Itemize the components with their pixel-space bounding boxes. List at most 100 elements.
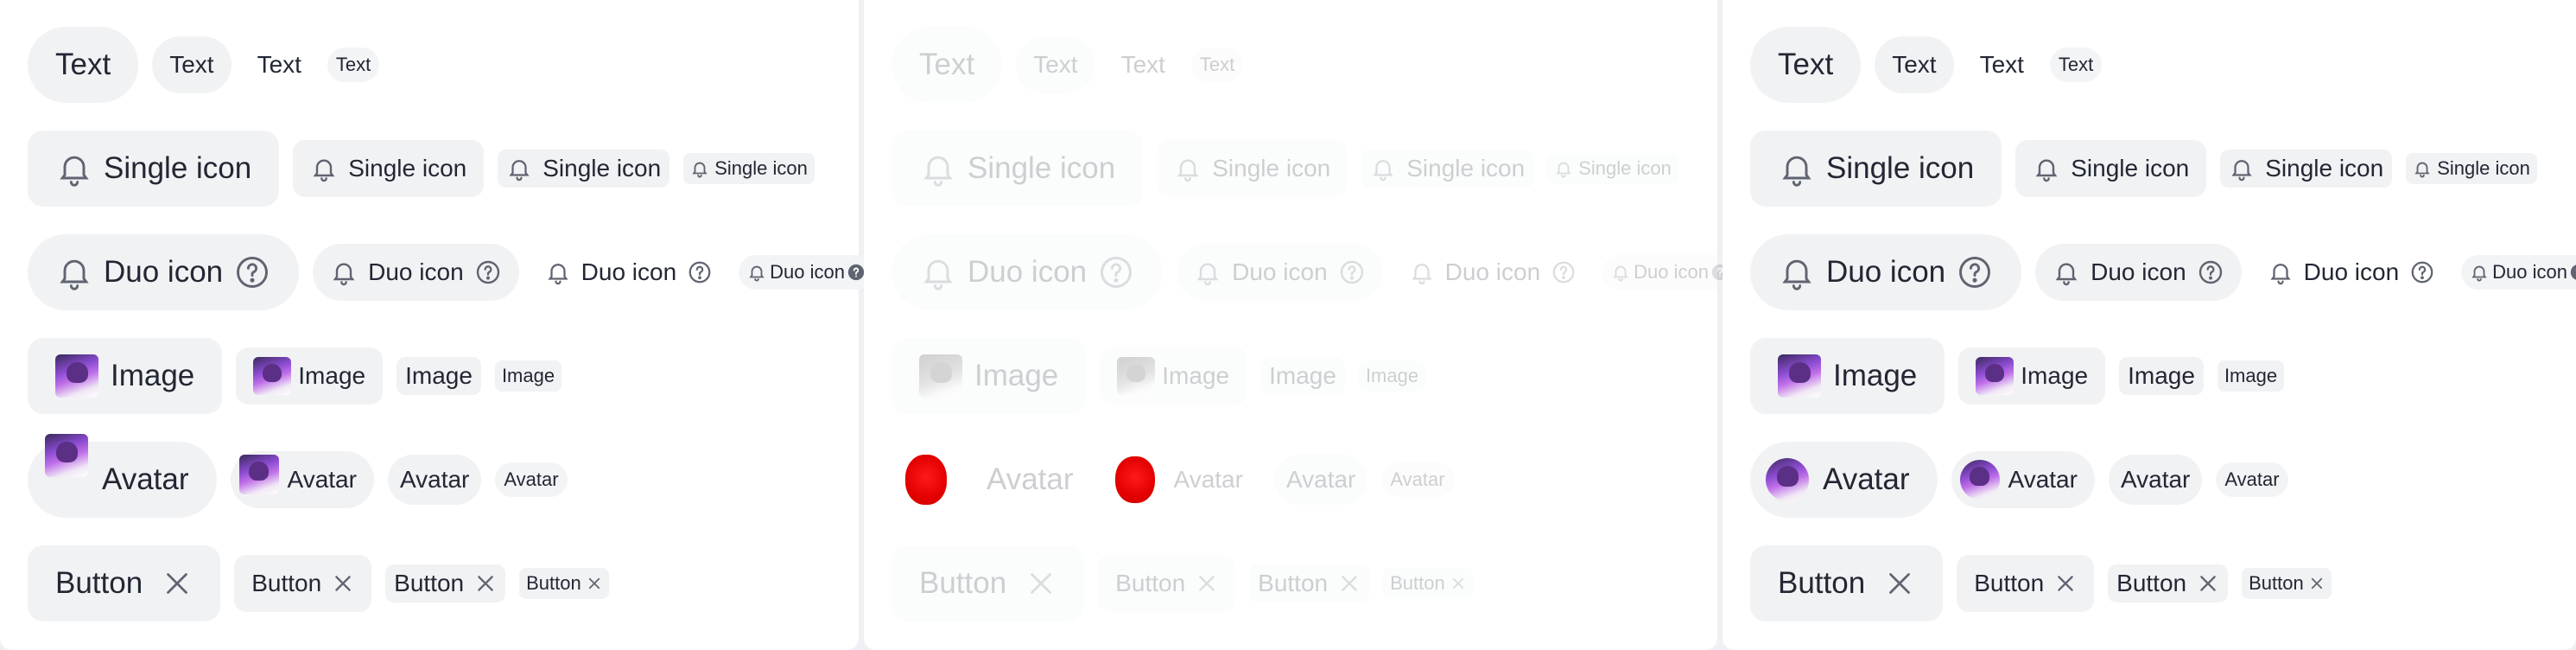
avatar-tag-md[interactable]: Avatar xyxy=(387,455,482,505)
button-tag-sm[interactable]: Button xyxy=(2242,568,2332,599)
bell-icon xyxy=(2268,259,2294,285)
bell-icon xyxy=(1370,156,1396,182)
image-thumbnail xyxy=(1976,357,2014,395)
button-tag-sm[interactable]: Button xyxy=(519,568,609,599)
bell-icon xyxy=(1554,159,1573,178)
bell-icon xyxy=(2033,155,2060,182)
duo-icon-tag-row: Duo icon Duo icon Duo icon Duo icon xyxy=(28,233,875,311)
duo-icon-tag-md[interactable]: Duo icon xyxy=(2255,247,2448,297)
image-tag-label: Image xyxy=(111,359,195,392)
image-tag-lg[interactable]: Image xyxy=(1958,347,2106,405)
help-circle-icon xyxy=(1097,253,1135,291)
text-tag-sm[interactable]: Text xyxy=(327,48,380,82)
avatar-tag-label: Avatar xyxy=(102,462,189,496)
button-tag-xl[interactable]: Button xyxy=(28,545,221,621)
button-tag-md[interactable]: Button xyxy=(385,564,506,602)
text-tag-lg[interactable]: Text xyxy=(1875,36,1954,93)
button-tag-xl[interactable]: Button xyxy=(1750,545,1944,621)
image-tag-xl[interactable]: Image xyxy=(1750,338,1945,414)
button-tag-md[interactable]: Button xyxy=(2108,564,2229,602)
duo-icon-tag-xl[interactable]: Duo icon xyxy=(1750,234,2022,310)
image-tag-lg[interactable]: Image xyxy=(236,347,384,405)
duo-icon-tag-md: Duo icon xyxy=(1396,247,1589,297)
text-tag-sm[interactable]: Text xyxy=(2049,48,2103,82)
close-icon[interactable] xyxy=(2197,572,2219,595)
single-icon-tag-lg[interactable]: Single icon xyxy=(2015,140,2207,197)
help-circle-icon xyxy=(233,253,271,291)
help-circle-icon xyxy=(687,259,713,285)
bell-icon xyxy=(690,159,709,178)
help-circle-icon xyxy=(2409,259,2435,285)
single-icon-tag-sm[interactable]: Single icon xyxy=(683,153,815,184)
button-tag-lg[interactable]: Button xyxy=(1957,555,2095,612)
button-tag-row: Button Button Button Button xyxy=(1750,545,2576,622)
image-thumbnail xyxy=(55,354,98,398)
button-tag-md: Button xyxy=(1249,564,1370,602)
duo-icon-tag-sm: Duo icon xyxy=(1602,255,1739,290)
image-thumbnail xyxy=(919,354,962,398)
button-tag-label: Button xyxy=(1974,570,2045,596)
duo-icon-tag-label: Duo icon xyxy=(1444,258,1541,285)
text-tag-lg[interactable]: Text xyxy=(152,36,232,93)
single-icon-tag-lg[interactable]: Single icon xyxy=(293,140,485,197)
bell-icon xyxy=(1778,253,1816,291)
bell-icon xyxy=(545,259,571,285)
close-icon[interactable] xyxy=(2054,572,2077,595)
text-tag-xl[interactable]: Text xyxy=(28,27,139,103)
duo-icon-tag-xl[interactable]: Duo icon xyxy=(28,234,300,310)
close-icon[interactable] xyxy=(474,572,497,595)
duo-icon-tag-lg[interactable]: Duo icon xyxy=(2035,244,2242,301)
image-tag-xl[interactable]: Image xyxy=(28,338,223,414)
duo-icon-tag-md[interactable]: Duo icon xyxy=(532,247,726,297)
button-tag-xl: Button xyxy=(891,545,1085,621)
avatar-tag-md[interactable]: Avatar xyxy=(2108,455,2203,505)
avatar-tag-lg[interactable]: Avatar xyxy=(1951,451,2095,508)
avatar-tag-label: Avatar xyxy=(2120,466,2191,493)
single-icon-tag-md[interactable]: Single icon xyxy=(2220,150,2393,188)
avatar-tag-label: Avatar xyxy=(987,462,1074,496)
avatar-tag-xl[interactable]: Avatar xyxy=(28,434,217,518)
duo-icon-tag-sm[interactable]: Duo icon xyxy=(2461,255,2576,290)
duo-icon-tag-label: Duo icon xyxy=(770,261,846,283)
duo-icon-tag-sm[interactable]: Duo icon xyxy=(739,255,875,290)
close-icon[interactable] xyxy=(2309,576,2325,591)
avatar-image xyxy=(1959,460,2000,500)
close-icon xyxy=(1196,572,1218,595)
avatar-tag-sm[interactable]: Avatar xyxy=(2216,462,2288,497)
image-tag-sm[interactable]: Image xyxy=(2217,360,2285,392)
text-tag-md[interactable]: Text xyxy=(1967,40,2036,90)
duo-icon-tag-lg[interactable]: Duo icon xyxy=(313,244,519,301)
image-thumbnail xyxy=(1117,357,1156,395)
avatar-tag-sm[interactable]: Avatar xyxy=(495,462,568,497)
single-icon-tag-xl[interactable]: Single icon xyxy=(28,131,280,207)
single-icon-tag-label: Single icon xyxy=(2265,155,2384,182)
close-icon xyxy=(1338,572,1361,595)
duo-icon-tag-label: Duo icon xyxy=(581,258,677,285)
avatar-tag-xl[interactable]: Avatar xyxy=(1750,442,1938,518)
image-tag-md[interactable]: Image xyxy=(2119,357,2204,395)
tag-panel-default: Text Text Text Text Single icon Single i… xyxy=(0,0,875,650)
single-icon-tag-label: Single icon xyxy=(968,151,1116,185)
text-tag-xl[interactable]: Text xyxy=(1750,27,1862,103)
text-tag-row: Text Text Text Text xyxy=(1750,26,2576,104)
help-circle-icon xyxy=(1551,259,1577,285)
image-tag-xl: Image xyxy=(891,338,1087,414)
avatar-tag-lg[interactable]: Avatar xyxy=(230,451,374,508)
close-icon[interactable] xyxy=(1884,568,1915,599)
single-icon-tag-md[interactable]: Single icon xyxy=(498,150,670,188)
image-tag-md[interactable]: Image xyxy=(397,357,481,395)
button-tag-lg[interactable]: Button xyxy=(234,555,372,612)
single-icon-tag-xl[interactable]: Single icon xyxy=(1750,131,2002,207)
text-tag-md[interactable]: Text xyxy=(244,40,314,90)
button-tag-sm: Button xyxy=(1383,568,1473,599)
close-icon[interactable] xyxy=(587,576,602,591)
duo-icon-tag-row: Duo icon Duo icon Duo icon Duo icon xyxy=(891,233,1739,311)
avatar-tag-label: Avatar xyxy=(1285,466,1356,493)
text-tag-sm: Text xyxy=(1190,48,1244,82)
close-icon[interactable] xyxy=(162,568,193,599)
button-tag-label: Button xyxy=(55,566,143,600)
single-icon-tag-lg: Single icon xyxy=(1157,140,1348,197)
single-icon-tag-sm[interactable]: Single icon xyxy=(2406,153,2537,184)
image-tag-sm[interactable]: Image xyxy=(494,360,562,392)
close-icon[interactable] xyxy=(332,572,354,595)
